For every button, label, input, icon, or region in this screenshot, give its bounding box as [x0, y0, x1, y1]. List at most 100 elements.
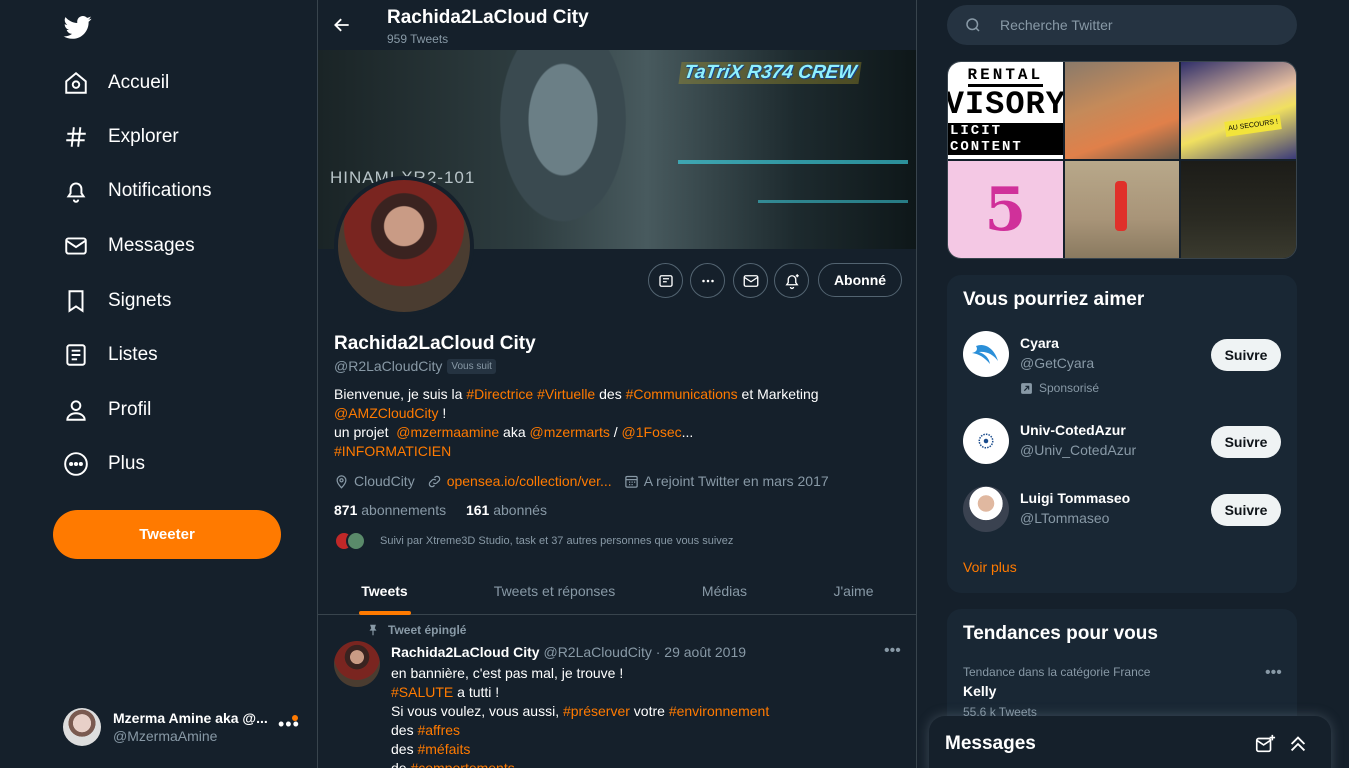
sponsored-text: Sponsorisé: [1039, 381, 1100, 395]
tab-tweets-replies[interactable]: Tweets et réponses: [451, 567, 658, 614]
suggestion-name: Univ-CotedAzur: [1020, 422, 1126, 438]
tweet-author[interactable]: Rachida2LaCloud City: [391, 644, 540, 660]
bio-text: !: [438, 405, 447, 421]
nav-label: Profil: [108, 399, 152, 420]
followed-by-text: Suivi par Xtreme3D Studio, task et 37 au…: [380, 535, 734, 547]
media-thumbnail[interactable]: RENTAL VISORY LICIT CONTENT: [948, 62, 1063, 159]
hashtag-link[interactable]: #Communications: [626, 386, 738, 402]
nav-item-home[interactable]: Accueil: [63, 63, 169, 103]
see-more-link[interactable]: Voir plus: [963, 559, 1017, 575]
avatar: [963, 486, 1009, 532]
mention-link[interactable]: @mzermarts: [530, 424, 610, 440]
nav-item-more[interactable]: Plus: [63, 444, 145, 484]
profile-media-grid: RENTAL VISORY LICIT CONTENT AU SECOURS !…: [947, 61, 1297, 259]
tweet-line: des: [391, 722, 418, 738]
followers-link[interactable]: 161 abonnés: [466, 502, 547, 518]
nav-item-messages[interactable]: Messages: [63, 226, 195, 266]
twitter-logo-icon[interactable]: [63, 13, 93, 41]
tweet-line: votre: [629, 703, 669, 719]
media-thumbnail[interactable]: AU SECOURS !: [1181, 62, 1296, 159]
bio-text: ...: [681, 424, 694, 440]
tab-media[interactable]: Médias: [658, 567, 791, 614]
nav-label: Notifications: [108, 180, 212, 201]
tweet-line: des: [391, 741, 418, 757]
nav-item-lists[interactable]: Listes: [63, 335, 158, 375]
mention-link[interactable]: @1Fosec: [622, 424, 682, 440]
nav-label: Listes: [108, 344, 158, 365]
media-thumbnail[interactable]: [1064, 161, 1180, 258]
banner-crew-tag: TaTriX R374 CREW: [678, 62, 862, 84]
tab-tweets[interactable]: Tweets: [318, 567, 451, 614]
account-handle: @MzermaAmine: [113, 728, 218, 744]
profile-avatar[interactable]: [334, 176, 474, 316]
profile-handle-row: @R2LaCloudCity Vous suit: [334, 358, 496, 374]
search-box[interactable]: [947, 5, 1297, 45]
following-button[interactable]: Abonné: [818, 263, 902, 297]
search-input[interactable]: [1000, 17, 1280, 33]
double-chevron-up-icon[interactable]: [1287, 733, 1309, 755]
follow-button[interactable]: Suivre: [1211, 494, 1281, 526]
hashtag-link[interactable]: #Virtuelle: [537, 386, 595, 402]
bookmark-icon: [68, 290, 84, 313]
messages-drawer-title: Messages: [945, 733, 1036, 754]
following-link[interactable]: 871 abonnements: [334, 502, 446, 518]
hashtag-link[interactable]: #méfaits: [417, 741, 470, 757]
notify-button[interactable]: [774, 263, 809, 298]
left-navigation: Accueil Explorer Notifications Messages …: [0, 0, 317, 768]
profile-name: Rachida2LaCloud City: [334, 333, 536, 354]
calendar-icon: [624, 475, 638, 488]
followers-label: abonnés: [489, 502, 547, 518]
nav-item-notifications[interactable]: Notifications: [63, 171, 212, 211]
followed-by-row[interactable]: Suivi par Xtreme3D Studio, task et 37 au…: [334, 531, 733, 551]
media-thumbnail[interactable]: [1181, 161, 1296, 258]
nav-item-bookmarks[interactable]: Signets: [63, 281, 171, 321]
tweet-button[interactable]: Tweeter: [53, 510, 281, 559]
following-count: 871: [334, 502, 358, 518]
mention-link[interactable]: @mzermaamine: [396, 424, 499, 440]
account-switcher[interactable]: Mzerma Amine aka @... @MzermaAmine •••: [63, 707, 303, 747]
hashtag-link[interactable]: #préserver: [563, 703, 630, 719]
tab-likes[interactable]: J'aime: [791, 567, 916, 614]
suggestion-name: Cyara: [1020, 335, 1059, 351]
nav-label: Accueil: [108, 72, 170, 93]
nft-button[interactable]: [648, 263, 683, 298]
hashtag-link[interactable]: #Directrice: [466, 386, 533, 402]
hashtag-link[interactable]: #affres: [417, 722, 460, 738]
follow-button[interactable]: Suivre: [1211, 426, 1281, 458]
profile-location: CloudCity: [354, 473, 415, 489]
follow-button[interactable]: Suivre: [1211, 339, 1281, 371]
media-text: 5: [984, 174, 1027, 245]
message-button[interactable]: [733, 263, 768, 298]
hashtag-link[interactable]: #INFORMATICIEN: [334, 443, 451, 459]
hashtag-link[interactable]: #environnement: [669, 703, 769, 719]
media-thumbnail[interactable]: 5: [948, 161, 1063, 258]
avatar[interactable]: [334, 641, 380, 687]
media-thumbnail[interactable]: [1064, 62, 1180, 159]
profile-timeline: Rachida2LaCloud City 959 Tweets TaTriX R…: [317, 0, 917, 768]
tweet-header: Rachida2LaCloud City @R2LaCloudCity · 29…: [391, 644, 746, 660]
tweet-text: en bannière, c'est pas mal, je trouve ! …: [391, 664, 769, 768]
suggestion-univ-cotedazur[interactable]: Univ-CotedAzur @Univ_CotedAzur Suivre: [963, 418, 1281, 468]
media-text: LICIT CONTENT: [948, 123, 1063, 155]
more-horizontal-icon: [701, 279, 714, 282]
more-horizontal-icon[interactable]: •••: [1265, 664, 1282, 682]
trend-name[interactable]: Kelly: [963, 683, 996, 699]
hashtag-link[interactable]: #SALUTE: [391, 684, 453, 700]
back-arrow-icon[interactable]: [332, 15, 352, 35]
nav-label: Messages: [108, 235, 195, 256]
more-options-button[interactable]: [690, 263, 725, 298]
new-message-icon[interactable]: [1254, 733, 1276, 755]
bell-icon: [66, 182, 86, 203]
suggestion-cyara[interactable]: Cyara @GetCyara Suivre: [963, 331, 1281, 381]
profile-website-link[interactable]: opensea.io/collection/ver...: [447, 473, 612, 489]
messages-drawer[interactable]: Messages: [929, 716, 1331, 768]
mention-link[interactable]: @AMZCloudCity: [334, 405, 438, 421]
nav-item-explore[interactable]: Explorer: [63, 117, 179, 157]
suggestion-luigi-tommaseo[interactable]: Luigi Tommaseo @LTommaseo Suivre: [963, 486, 1281, 536]
profile-stats: 871 abonnements 161 abonnés: [334, 502, 547, 518]
nav-label: Explorer: [108, 126, 179, 147]
more-horizontal-icon[interactable]: •••: [884, 642, 901, 660]
avatar: [963, 331, 1009, 377]
hashtag-link[interactable]: #comportements: [410, 760, 514, 768]
nav-item-profile[interactable]: Profil: [63, 390, 151, 430]
